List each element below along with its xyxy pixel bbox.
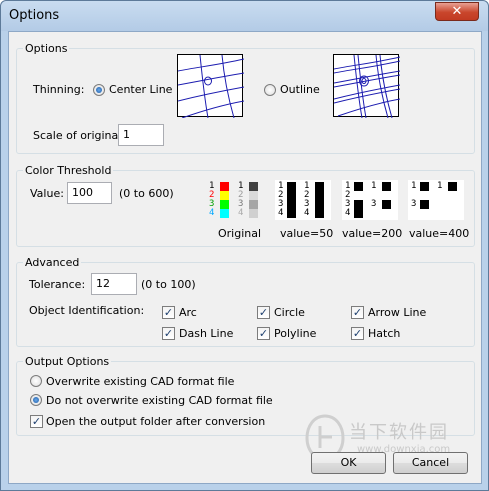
close-button[interactable]: ✕ <box>435 2 479 21</box>
threshold-range-hint: (0 to 600) <box>119 187 174 200</box>
tolerance-label: Tolerance: <box>29 278 86 291</box>
object-identification-label: Object Identification: <box>29 304 145 317</box>
caption-value-50: value=50 <box>280 227 334 240</box>
gray-swatch <box>249 182 258 191</box>
row-number: 4 <box>209 208 215 218</box>
threshold-block <box>287 200 296 209</box>
row-number: 1 <box>371 181 377 191</box>
threshold-200-panel: 1 2 3 4 1 3 <box>342 180 398 220</box>
threshold-block <box>287 191 296 200</box>
polyline-checkbox[interactable]: ✓ <box>257 327 270 340</box>
center-line-preview-graphic <box>177 54 245 119</box>
threshold-block <box>315 191 324 200</box>
arc-label[interactable]: Arc <box>179 306 197 319</box>
threshold-block <box>315 182 324 191</box>
center-line-radio[interactable] <box>93 84 105 96</box>
hatch-label[interactable]: Hatch <box>368 327 400 340</box>
output-options-title: Output Options <box>23 355 112 368</box>
threshold-block <box>448 182 457 191</box>
caption-value-200: value=200 <box>342 227 403 240</box>
options-dialog: Options ✕ Options Thinning: Center Line <box>0 0 489 491</box>
gray-swatch <box>249 209 258 218</box>
watermark-text: 当下软件园 <box>349 422 449 443</box>
no-overwrite-label[interactable]: Do not overwrite existing CAD format fil… <box>46 394 273 407</box>
outline-preview <box>333 54 401 119</box>
threshold-50-panel: 1 2 3 4 1 2 3 4 <box>275 180 331 220</box>
caption-original: Original <box>218 227 262 240</box>
open-folder-label[interactable]: Open the output folder after conversion <box>46 415 265 428</box>
threshold-value-input[interactable]: 100 <box>67 182 112 204</box>
dialog-client-area: Options Thinning: Center Line Outline Sc… <box>8 31 482 484</box>
row-number: 4 <box>238 208 244 218</box>
threshold-block <box>354 182 363 191</box>
polyline-label[interactable]: Polyline <box>274 327 316 340</box>
tolerance-input[interactable]: 12 <box>91 273 137 295</box>
thinning-label: Thinning: <box>33 83 85 96</box>
outline-radio[interactable] <box>264 84 276 96</box>
dash-line-checkbox[interactable]: ✓ <box>162 327 175 340</box>
cancel-button[interactable]: Cancel <box>393 452 468 474</box>
color-swatch-green <box>220 200 229 209</box>
scale-input[interactable]: 1 <box>118 124 164 146</box>
circle-label[interactable]: Circle <box>274 306 305 319</box>
circle-checkbox[interactable]: ✓ <box>257 306 270 319</box>
tolerance-hint: (0 to 100) <box>141 278 196 291</box>
no-overwrite-radio[interactable] <box>30 394 42 406</box>
row-number: 3 <box>411 199 417 209</box>
row-number: 4 <box>304 208 310 218</box>
overwrite-radio[interactable] <box>30 375 42 387</box>
dash-line-label[interactable]: Dash Line <box>179 327 233 340</box>
threshold-block <box>382 200 391 209</box>
open-folder-checkbox[interactable]: ✓ <box>30 415 43 428</box>
advanced-group-title: Advanced <box>23 256 82 269</box>
threshold-block <box>287 182 296 191</box>
color-swatch-yellow <box>220 191 229 200</box>
threshold-value-label: Value: <box>30 187 64 200</box>
center-line-preview <box>177 54 245 119</box>
row-number: 4 <box>278 208 284 218</box>
original-swatch-set: 1 2 3 4 1 2 3 4 <box>209 182 267 218</box>
overwrite-label[interactable]: Overwrite existing CAD format file <box>46 375 234 388</box>
threshold-block <box>354 209 363 218</box>
row-number: 4 <box>345 208 351 218</box>
row-number: 1 <box>411 181 417 191</box>
window-title: Options <box>9 8 60 23</box>
outline-label[interactable]: Outline <box>280 83 320 96</box>
color-swatch-red <box>220 182 229 191</box>
row-number: 1 <box>437 181 443 191</box>
threshold-block <box>420 200 429 209</box>
arrow-line-checkbox[interactable]: ✓ <box>351 306 364 319</box>
arc-checkbox[interactable]: ✓ <box>162 306 175 319</box>
title-bar[interactable]: Options ✕ <box>1 1 488 31</box>
outline-preview-graphic <box>333 54 401 119</box>
threshold-block <box>287 209 296 218</box>
color-swatch-cyan <box>220 209 229 218</box>
caption-value-400: value=400 <box>409 227 470 240</box>
scale-label: Scale of original: <box>33 129 126 142</box>
threshold-400-panel: 1 3 1 <box>408 180 464 220</box>
hatch-checkbox[interactable]: ✓ <box>351 327 364 340</box>
arrow-line-label[interactable]: Arrow Line <box>368 306 426 319</box>
threshold-block <box>315 200 324 209</box>
center-line-label[interactable]: Center Line <box>109 83 172 96</box>
ok-button[interactable]: OK <box>311 452 386 474</box>
row-number: 3 <box>371 199 377 209</box>
color-threshold-title: Color Threshold <box>23 164 114 177</box>
threshold-block <box>382 182 391 191</box>
gray-swatch <box>249 191 258 200</box>
options-group-title: Options <box>23 42 70 55</box>
threshold-block <box>354 200 363 209</box>
threshold-block <box>420 182 429 191</box>
threshold-block <box>315 209 324 218</box>
gray-swatch <box>249 200 258 209</box>
